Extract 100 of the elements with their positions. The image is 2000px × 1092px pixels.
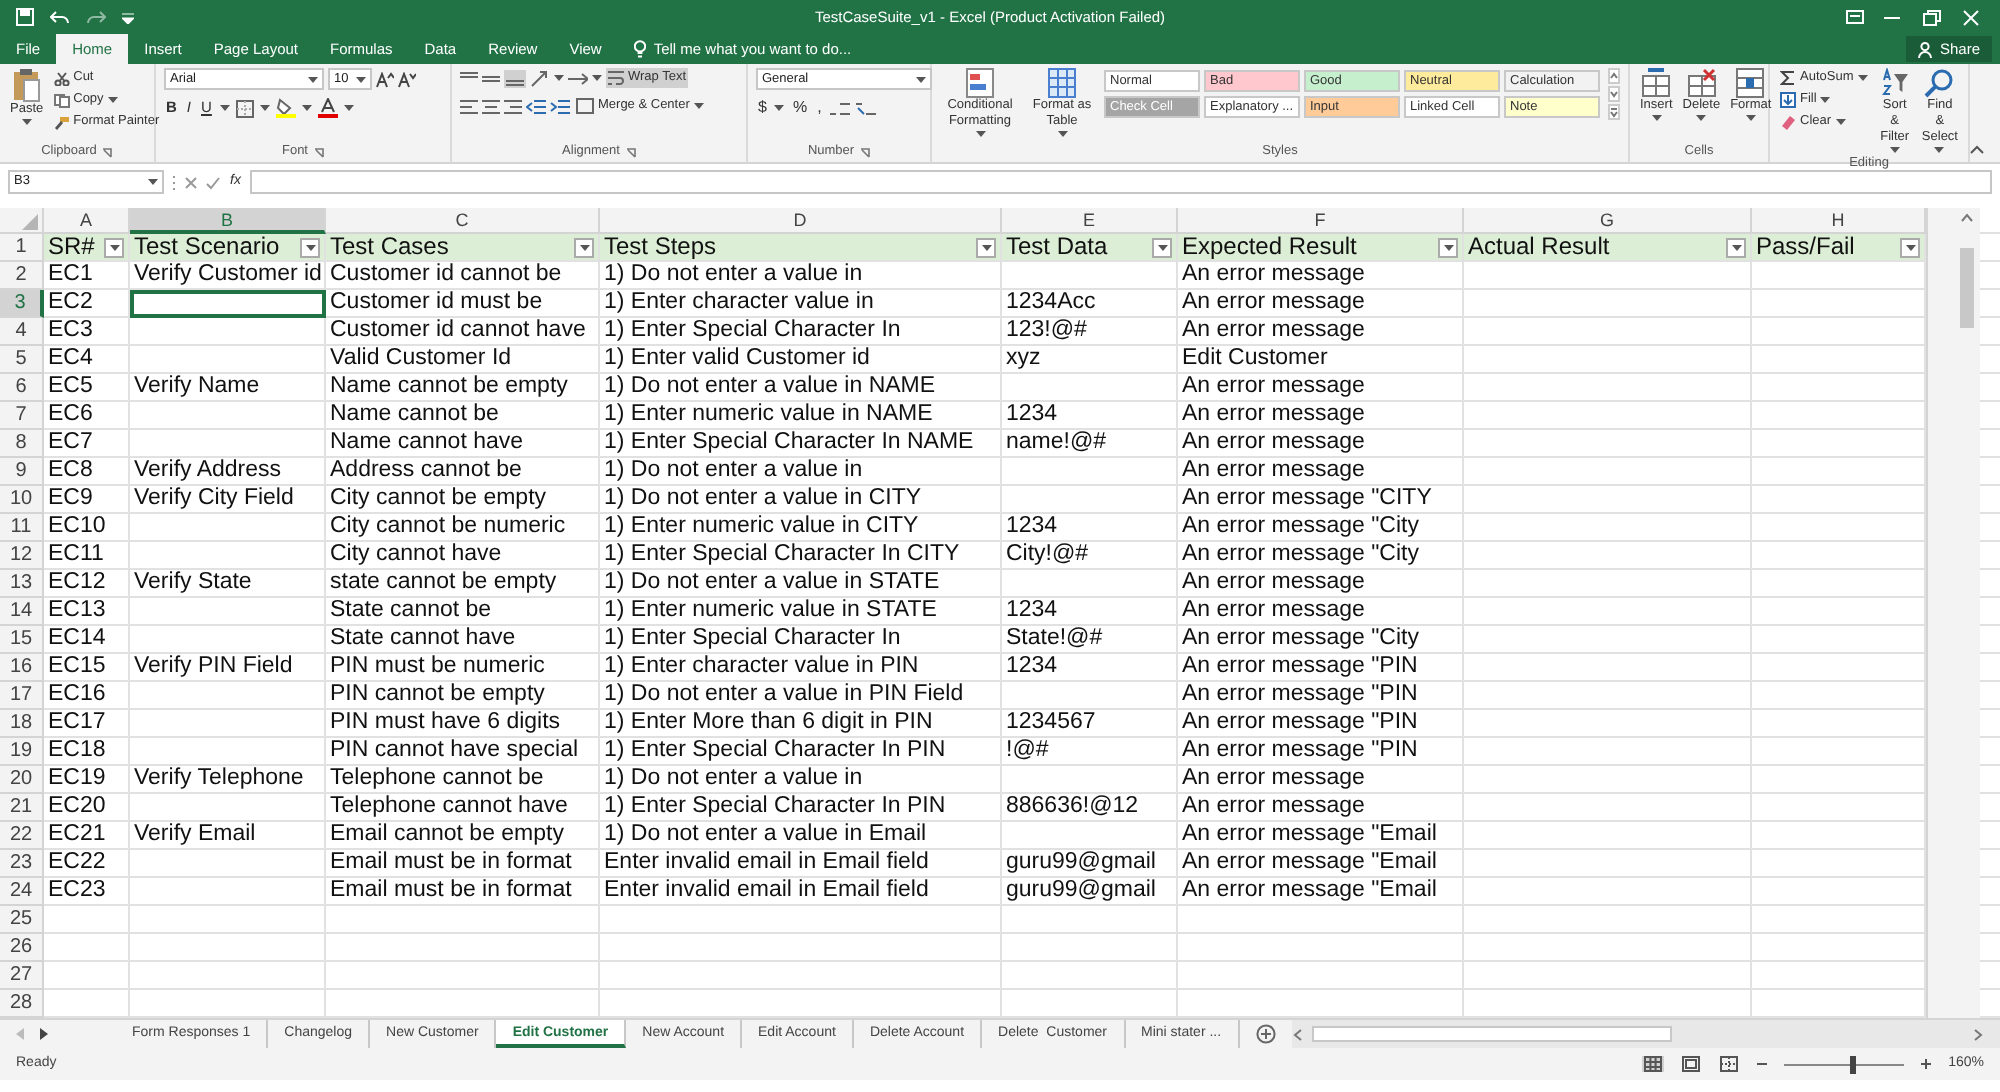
row-header[interactable]: 19 <box>0 738 44 766</box>
column-header[interactable]: G <box>1464 208 1752 234</box>
column-header[interactable]: E <box>1002 208 1178 234</box>
column-header[interactable]: A <box>44 208 130 234</box>
selected-cell[interactable] <box>130 290 326 318</box>
next-sheet-icon[interactable] <box>40 1028 48 1040</box>
row-header[interactable]: 18 <box>0 710 44 738</box>
vertical-scrollbar[interactable] <box>1926 208 1980 1018</box>
row-header[interactable]: 27 <box>0 962 44 990</box>
row-header[interactable]: 4 <box>0 318 44 346</box>
row-header[interactable]: 6 <box>0 374 44 402</box>
ribbon-display-icon[interactable] <box>1846 10 1864 24</box>
row-header[interactable]: 8 <box>0 430 44 458</box>
row-header[interactable]: 22 <box>0 822 44 850</box>
cancel-icon[interactable] <box>184 175 198 189</box>
view-button[interactable] <box>1642 1056 1665 1072</box>
scroll-up-icon[interactable] <box>1960 212 1974 224</box>
row-header[interactable]: 10 <box>0 486 44 514</box>
number-format-button[interactable]: % <box>790 98 810 118</box>
zoom-out-icon[interactable] <box>1756 1058 1769 1070</box>
filter-dropdown-button[interactable] <box>300 237 320 257</box>
scroll-left-icon[interactable] <box>1291 1027 1304 1041</box>
redo-icon[interactable] <box>86 9 106 25</box>
new-sheet-icon[interactable] <box>1255 1024 1276 1044</box>
column-header[interactable]: B <box>130 208 326 234</box>
column-header[interactable]: H <box>1752 208 1926 234</box>
row-header[interactable]: 26 <box>0 934 44 962</box>
column-header[interactable]: F <box>1178 208 1464 234</box>
row-header[interactable]: 21 <box>0 794 44 822</box>
filter-dropdown-button[interactable] <box>1726 237 1746 257</box>
row-header[interactable]: 14 <box>0 598 44 626</box>
table-cell-text: An error message "Email <box>1180 822 1439 850</box>
view-button[interactable] <box>1680 1056 1703 1072</box>
view-button[interactable] <box>1718 1056 1741 1072</box>
table-cell-text: EC14 <box>46 626 108 654</box>
row-header[interactable]: 1 <box>0 234 44 262</box>
row-header[interactable]: 5 <box>0 346 44 374</box>
row-header[interactable]: 13 <box>0 570 44 598</box>
increase-decimal-icon[interactable] <box>829 99 850 117</box>
close-icon[interactable] <box>1960 9 1984 25</box>
scrollbar-thumb[interactable] <box>1960 248 1974 328</box>
caret-icon <box>592 74 602 82</box>
zoom-slider-thumb[interactable] <box>1849 1055 1856 1073</box>
row-header[interactable]: 3 <box>0 290 44 318</box>
restore-icon[interactable] <box>1920 9 1944 25</box>
align-left-icon[interactable] <box>460 97 478 115</box>
collapse-ribbon-icon[interactable] <box>1970 144 1984 154</box>
orientation-icon[interactable] <box>530 69 550 87</box>
font-color-icon[interactable] <box>317 98 338 118</box>
table-cell-text: An error message "CITY <box>1180 486 1434 514</box>
row-header[interactable]: 15 <box>0 626 44 654</box>
horizontal-scrollbar[interactable] <box>1291 1020 2000 1048</box>
zoom-in-icon[interactable] <box>1920 1058 1933 1070</box>
scroll-right-icon[interactable] <box>1972 1027 1984 1041</box>
row-header[interactable]: 25 <box>0 906 44 934</box>
filter-dropdown-button[interactable] <box>1438 237 1458 257</box>
number-format-button[interactable]: , <box>815 98 824 118</box>
row-header[interactable]: 24 <box>0 878 44 906</box>
shrink-font-icon[interactable] <box>398 71 416 87</box>
decrease-indent-icon[interactable] <box>526 97 546 115</box>
filter-dropdown-button[interactable] <box>976 237 996 257</box>
scrollbar-thumb[interactable] <box>1311 1026 1672 1042</box>
text-direction-icon[interactable] <box>568 69 588 87</box>
formula-input-field[interactable] <box>250 170 1992 194</box>
dialog-launcher-icon[interactable] <box>314 147 324 157</box>
dialog-launcher-icon[interactable] <box>102 147 113 157</box>
row-header[interactable]: 20 <box>0 766 44 794</box>
row-header[interactable]: 9 <box>0 458 44 486</box>
row-header[interactable]: 28 <box>0 990 44 1018</box>
row-header[interactable]: 2 <box>0 262 44 290</box>
align-right-icon[interactable] <box>504 97 522 115</box>
filter-dropdown-button[interactable] <box>1152 237 1172 257</box>
decrease-decimal-icon[interactable] <box>855 99 876 117</box>
undo-icon[interactable] <box>50 9 70 25</box>
gallery-up-icon[interactable] <box>1608 68 1620 84</box>
gallery-down-icon[interactable] <box>1608 86 1620 102</box>
dialog-launcher-icon[interactable] <box>860 147 871 157</box>
borders-icon[interactable] <box>235 99 254 117</box>
enter-icon[interactable] <box>206 175 220 189</box>
gallery-more-icon[interactable] <box>1608 104 1620 120</box>
grow-font-icon[interactable] <box>376 71 394 87</box>
row-header[interactable]: 23 <box>0 850 44 878</box>
number-format-button[interactable]: $ <box>756 98 769 118</box>
row-header[interactable]: 7 <box>0 402 44 430</box>
row-header[interactable]: 16 <box>0 654 44 682</box>
customize-caret-icon[interactable] <box>122 11 134 23</box>
filter-dropdown-button[interactable] <box>574 237 594 257</box>
dialog-launcher-icon[interactable] <box>625 147 636 157</box>
column-header[interactable]: C <box>326 208 600 234</box>
row-header[interactable]: 12 <box>0 542 44 570</box>
fill-color-icon[interactable] <box>275 98 296 118</box>
increase-indent-icon[interactable] <box>550 97 570 115</box>
save-icon[interactable] <box>16 8 34 26</box>
row-header[interactable]: 17 <box>0 682 44 710</box>
column-header[interactable]: D <box>600 208 1002 234</box>
filter-dropdown-button[interactable] <box>1900 237 1920 257</box>
align-center-icon[interactable] <box>482 97 500 115</box>
align-bottom-button[interactable] <box>504 69 526 87</box>
filter-dropdown-button[interactable] <box>104 237 124 257</box>
row-header[interactable]: 11 <box>0 514 44 542</box>
